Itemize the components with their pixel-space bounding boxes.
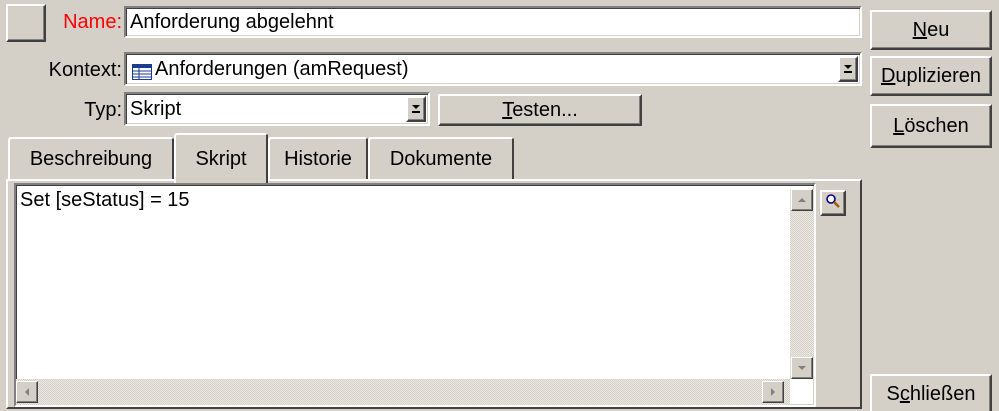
chevron-down-icon <box>412 105 420 113</box>
tab-label: Beschreibung <box>29 148 153 170</box>
scroll-right-button[interactable] <box>762 381 784 403</box>
tab-dokumente[interactable]: Dokumente <box>368 137 514 179</box>
context-dropdown-arrow[interactable] <box>838 56 858 82</box>
record-selector-box[interactable] <box>6 4 46 42</box>
tab-label: Historie <box>284 148 352 170</box>
test-button-label: Testen... <box>502 99 578 121</box>
type-label: Typ: <box>84 99 122 121</box>
name-field-value: Anforderung abgelehnt <box>130 11 334 33</box>
horizontal-scrollbar[interactable] <box>16 379 790 405</box>
context-value: Anforderungen (amRequest) <box>155 58 409 80</box>
test-button[interactable]: Testen... <box>438 94 642 126</box>
arrow-up-icon <box>798 198 806 202</box>
scroll-left-button[interactable] <box>16 381 38 403</box>
scroll-down-button[interactable] <box>791 357 813 379</box>
zoom-button[interactable] <box>820 190 846 216</box>
context-dropdown-content: Anforderungen (amRequest) <box>126 54 860 84</box>
duplicate-button[interactable]: Duplizieren <box>870 56 992 96</box>
script-code: Set [seStatus] = 15 <box>20 189 190 211</box>
close-button[interactable]: Schließen <box>870 374 992 411</box>
delete-button[interactable]: Löschen <box>870 104 992 148</box>
type-value: Skript <box>130 98 182 120</box>
vertical-scrollbar[interactable] <box>790 189 814 379</box>
magnifier-icon <box>825 192 841 215</box>
table-icon <box>132 61 152 80</box>
arrow-down-icon <box>798 366 806 370</box>
context-label: Kontext: <box>48 59 122 81</box>
new-button[interactable]: Neu <box>870 10 992 50</box>
type-dropdown-arrow[interactable] <box>406 96 426 122</box>
tab-label: Dokumente <box>389 148 493 170</box>
name-field[interactable]: Anforderung abgelehnt <box>124 6 862 38</box>
tab-historie[interactable]: Historie <box>268 137 368 179</box>
tab-label: Skript <box>195 148 247 170</box>
tab-beschreibung[interactable]: Beschreibung <box>8 137 174 179</box>
scroll-up-button[interactable] <box>791 189 813 211</box>
tab-skript[interactable]: Skript <box>174 133 268 183</box>
duplicate-button-label: Duplizieren <box>880 65 982 87</box>
new-button-label: Neu <box>912 19 950 41</box>
delete-button-label: Löschen <box>893 115 969 137</box>
script-editor[interactable]: Set [seStatus] = 15 <box>14 183 816 407</box>
name-label: Name: <box>63 11 122 33</box>
chevron-down-icon <box>844 65 852 73</box>
arrow-left-icon <box>25 388 29 396</box>
close-button-label: Schließen <box>886 383 976 405</box>
context-dropdown[interactable]: Anforderungen (amRequest) <box>124 52 862 86</box>
type-dropdown[interactable]: Skript <box>124 92 430 126</box>
arrow-right-icon <box>771 388 775 396</box>
